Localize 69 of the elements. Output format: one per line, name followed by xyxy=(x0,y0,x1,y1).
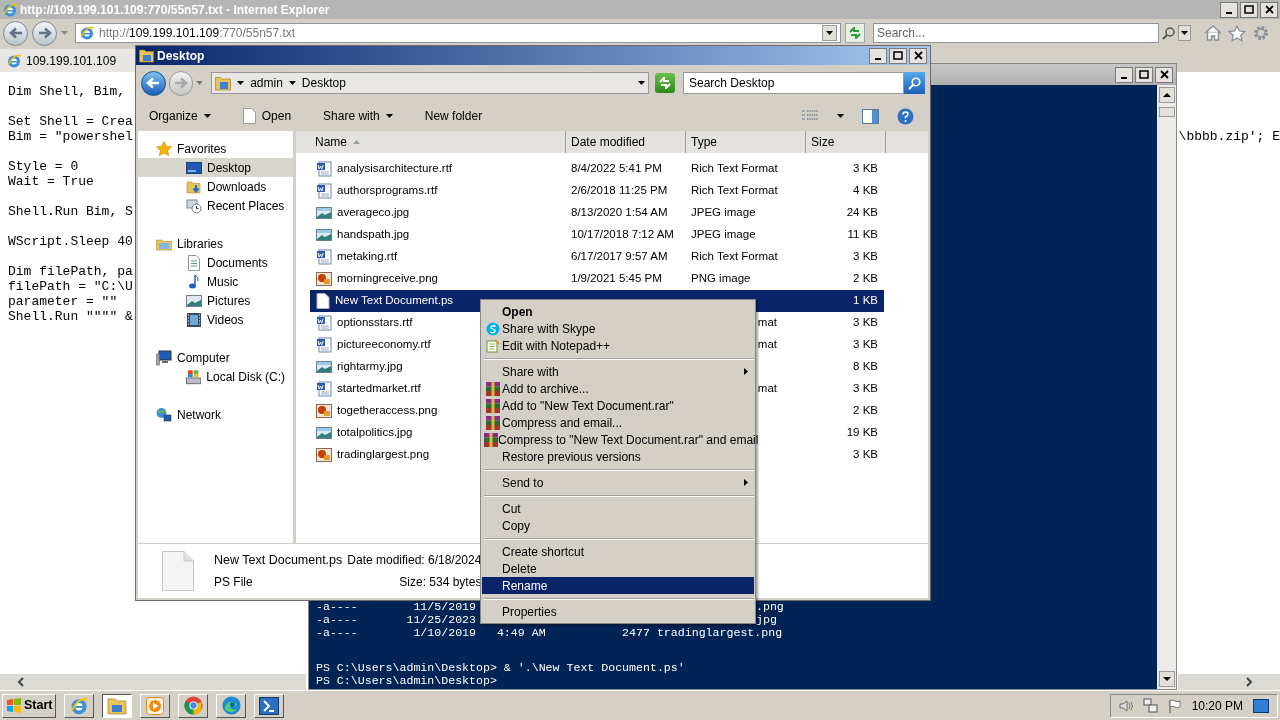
file-type: PS File xyxy=(214,574,253,592)
size-cell-text: 3 KB xyxy=(853,249,878,265)
type-cell: JPEG image xyxy=(691,206,756,219)
type-cell-text: mat xyxy=(757,337,777,353)
code-line: filePath = "C:\U xyxy=(8,279,133,294)
console-line: .png xyxy=(756,600,784,613)
size-cell-text: 3 KB xyxy=(853,381,878,397)
date-cell: 2/6/2018 11:25 PM xyxy=(571,184,668,197)
file-name: rightarmy.jpg xyxy=(337,359,403,375)
type-cell-text: mat xyxy=(757,315,777,331)
clock: 10:20 PM xyxy=(1191,697,1243,715)
file-name: New Text Document.ps xyxy=(214,551,343,569)
code-line: Shell.Run """" & xyxy=(8,309,133,324)
file-name: analysisarchitecture.rtf xyxy=(337,161,453,177)
code-line: Dim filePath, pa xyxy=(8,264,133,279)
date-cell: 8/13/2020 1:54 AM xyxy=(571,206,668,219)
size-cell-text: 2 KB xyxy=(853,271,878,287)
code-line: parameter = "" xyxy=(8,294,119,309)
code-line: Set Shell = Crea xyxy=(8,114,133,129)
date-modified: Date modified: 6/18/2024 xyxy=(347,551,482,569)
size-cell-text: 24 KB xyxy=(846,205,878,221)
size-cell-text: 3 KB xyxy=(853,161,878,177)
file-name: authorsprograms.rtf xyxy=(337,183,438,199)
file-name: tradinglargest.png xyxy=(337,447,430,463)
file-name: handspath.jpg xyxy=(337,227,410,243)
type-cell: Rich Text Format xyxy=(691,162,778,175)
size-cell-text: 1 KB xyxy=(853,293,878,309)
type-cell: PNG image xyxy=(691,272,751,285)
size-cell-text: 8 KB xyxy=(853,359,878,375)
size-cell-text: 11 KB xyxy=(847,227,878,243)
file-name: totalpolitics.jpg xyxy=(337,425,413,441)
code-line: \bbbb.zip'; E xyxy=(1178,129,1280,144)
window-title: http://109.199.101.109:770/55n57.txt - Internet Explorer xyxy=(20,1,330,19)
console-line: -a---- 11/5/2019 xyxy=(316,600,477,613)
code-line: Bim = "powershel xyxy=(8,129,133,144)
code-line: WScript.Sleep 40 xyxy=(8,234,133,249)
file-name: startedmarket.rtf xyxy=(337,381,421,397)
code-line: Dim Shell, Bim, xyxy=(8,84,127,99)
console-line: -a---- 11/25/2023 xyxy=(316,613,477,626)
file-size: Size: 534 bytes xyxy=(399,574,482,592)
size-cell-text: 3 KB xyxy=(853,337,878,353)
type-cell: Rich Text Format xyxy=(691,250,778,263)
console-line: PS C:\Users\admin\Desktop> xyxy=(316,674,497,687)
file-name: togetheraccess.png xyxy=(337,403,438,419)
date-cell: 8/4/2022 5:41 PM xyxy=(571,162,662,175)
date-cell: 6/17/2017 9:57 AM xyxy=(571,250,668,263)
file-name: morningreceive.png xyxy=(337,271,438,287)
file-name: optionsstars.rtf xyxy=(337,315,413,331)
code-line: Wait = True xyxy=(8,174,95,189)
file-name: pictureeconomy.rtf xyxy=(337,337,431,353)
date-cell: 10/17/2018 7:12 AM xyxy=(571,228,674,241)
size-cell-text: 2 KB xyxy=(853,403,878,419)
date-cell: 1/9/2021 5:45 PM xyxy=(571,272,662,285)
type-cell-text: mat xyxy=(757,381,777,397)
size-cell-text: 4 KB xyxy=(853,183,878,199)
console-line: PS C:\Users\admin\Desktop> & '.\New Text Document.ps' xyxy=(316,661,685,674)
code-line: Shell.Run Bim, S xyxy=(8,204,133,219)
type-cell: Rich Text Format xyxy=(691,184,778,197)
type-cell: JPEG image xyxy=(691,228,756,241)
console-line: jpg xyxy=(756,613,777,626)
size-cell-text: 3 KB xyxy=(853,447,878,463)
file-name: New Text Document.ps xyxy=(335,293,454,309)
code-line: Style = 0 xyxy=(8,159,80,174)
size-cell-text: 3 KB xyxy=(853,315,878,331)
file-name: averageco.jpg xyxy=(337,205,410,221)
file-name: metaking.rtf xyxy=(337,249,398,265)
console-line: -a---- 1/10/2019 4:49 AM 2477 tradinglargest.png xyxy=(316,626,783,639)
window-title: Desktop xyxy=(157,47,205,65)
size-cell-text: 19 KB xyxy=(846,425,878,441)
